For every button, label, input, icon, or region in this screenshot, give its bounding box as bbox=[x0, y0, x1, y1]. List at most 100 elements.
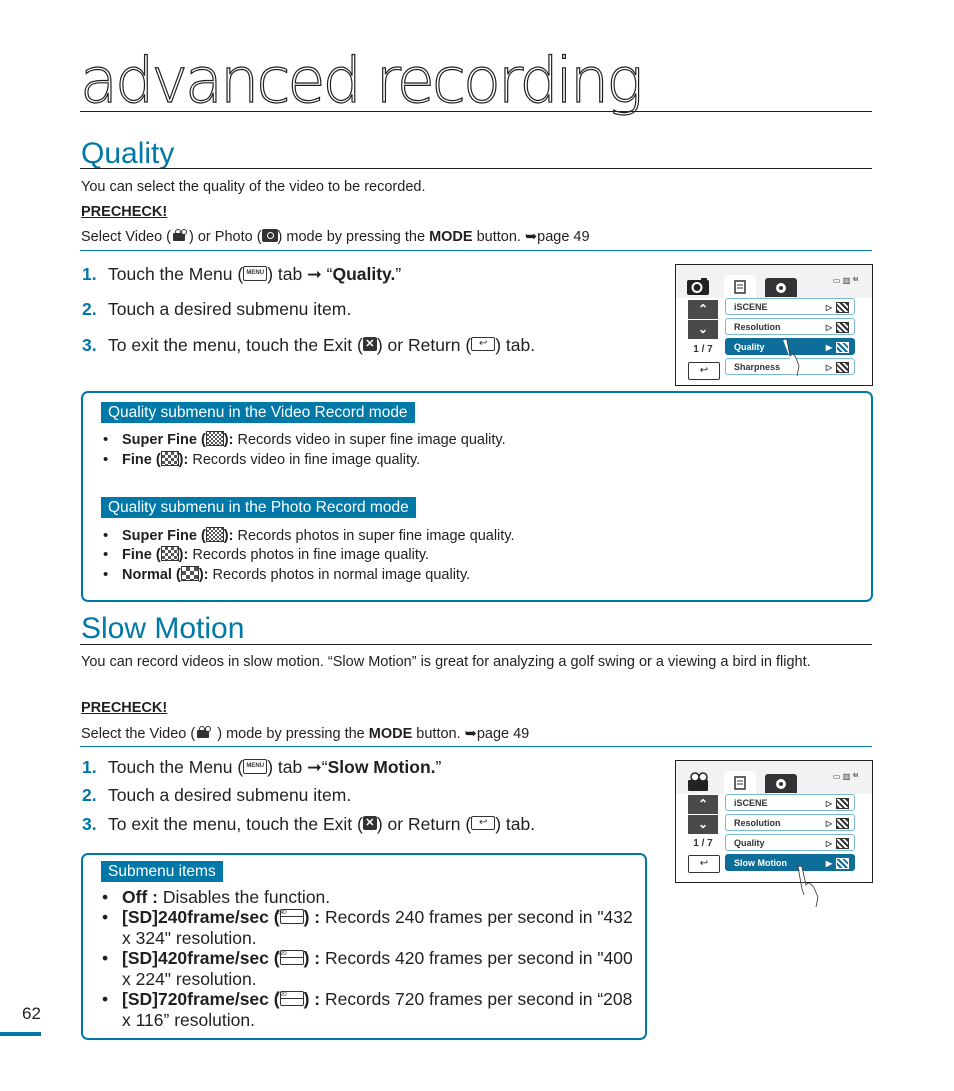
video-camera-icon bbox=[195, 726, 213, 739]
quality-intro: You can select the quality of the video … bbox=[81, 179, 426, 195]
submenu-items-label: Submenu items bbox=[101, 861, 223, 882]
play-arrow-icon: ▶ bbox=[825, 859, 832, 868]
mode-button-word: MODE bbox=[429, 229, 473, 245]
settings-tab[interactable] bbox=[765, 278, 797, 297]
menu-item-iscene[interactable]: iSCENE ▷ bbox=[725, 298, 855, 315]
menu-tab[interactable] bbox=[724, 771, 756, 795]
precheck-text-part: ) mode by pressing the bbox=[213, 726, 369, 742]
menu-item-label: Resolution bbox=[734, 818, 781, 828]
list-item: Fine (): Records video in fine image qua… bbox=[103, 450, 420, 470]
item-term: [SD]420frame/sec ( bbox=[122, 948, 280, 968]
return-button[interactable]: ↩ bbox=[688, 362, 720, 380]
menu-item-slow-motion[interactable]: Slow Motion ▶ bbox=[725, 854, 855, 871]
item-term: Fine ( bbox=[122, 452, 161, 468]
status-indicators: ▭ ▥ ⁱᴹ bbox=[832, 276, 858, 285]
menu-item-resolution[interactable]: Resolution ▷ bbox=[725, 814, 855, 831]
play-arrow-icon: ▷ bbox=[825, 303, 832, 312]
super-fine-icon bbox=[205, 526, 224, 542]
video-mode-label: Quality submenu in the Video Record mode bbox=[101, 402, 415, 423]
step-text: ) tab ➞“ bbox=[267, 757, 328, 777]
step-target: Slow Motion. bbox=[327, 757, 436, 777]
page-number: 62 bbox=[22, 1004, 41, 1023]
fps-720-icon: 720 bbox=[277, 990, 304, 1006]
slow-motion-precheck-rule bbox=[80, 746, 872, 747]
list-item: Normal (): Records photos in normal imag… bbox=[103, 565, 470, 585]
precheck-text-part: ) mode by pressing the bbox=[277, 229, 430, 245]
play-arrow-icon: ▷ bbox=[825, 799, 832, 808]
slow-motion-precheck-text: Select the Video ( ) mode by pressing th… bbox=[81, 726, 529, 742]
scroll-down-button[interactable]: ⌄ bbox=[688, 815, 718, 834]
video-mode-tab[interactable] bbox=[684, 771, 712, 793]
touch-hand-icon bbox=[782, 338, 800, 377]
list-item: [SD]240frame/sec (240) : Records 240 fra… bbox=[102, 907, 642, 948]
step-text: ” bbox=[435, 757, 442, 777]
step-target: Quality. bbox=[332, 264, 396, 284]
menu-item-iscene[interactable]: iSCENE ▷ bbox=[725, 794, 855, 811]
step-text: ” bbox=[395, 264, 402, 284]
menu-item-resolution[interactable]: Resolution ▷ bbox=[725, 318, 855, 335]
step-number: 3. bbox=[82, 335, 97, 355]
menu-item-label: Quality bbox=[734, 838, 765, 848]
slow-motion-step-1: 1. Touch the Menu (MENU) tab ➞“Slow Motio… bbox=[82, 756, 441, 778]
quality-precheck-label: PRECHECK! bbox=[81, 204, 168, 220]
step-number: 2. bbox=[82, 785, 97, 805]
slow-motion-step-3: 3. To exit the menu, touch the Exit (✕) o… bbox=[82, 813, 535, 835]
list-item: Fine (): Records photos in fine image qu… bbox=[103, 545, 429, 565]
quality-precheck-text: Select Video () or Photo () mode by pres… bbox=[81, 228, 590, 245]
page-reference-link[interactable]: ➥page 49 bbox=[525, 229, 590, 245]
list-item: [SD]720frame/sec (720) : Records 720 fra… bbox=[102, 989, 642, 1030]
menu-item-label: iSCENE bbox=[734, 798, 768, 808]
quality-icon bbox=[836, 342, 849, 353]
step-text: To exit the menu, touch the Exit ( bbox=[108, 814, 363, 834]
fine-icon bbox=[160, 545, 179, 561]
item-term: Normal ( bbox=[122, 567, 181, 583]
camera-icon bbox=[261, 228, 278, 242]
slow-motion-icon bbox=[836, 858, 849, 869]
iscene-icon bbox=[836, 302, 849, 313]
status-indicators: ▭ ▥ ⁱᴹ bbox=[832, 772, 858, 781]
chapter-title: advanced recording bbox=[79, 44, 644, 117]
scroll-down-button[interactable]: ⌄ bbox=[688, 320, 718, 339]
list-item: Super Fine (): Records video in super fi… bbox=[103, 430, 506, 450]
menu-tab[interactable] bbox=[724, 275, 756, 299]
item-term: ): bbox=[178, 452, 189, 468]
precheck-text-part: button. bbox=[412, 726, 465, 742]
exit-icon: ✕ bbox=[362, 816, 377, 831]
item-desc: Records video in super fine image qualit… bbox=[233, 432, 506, 448]
return-icon: ↩ bbox=[471, 816, 496, 831]
list-item: [SD]420frame/sec (420) : Records 420 fra… bbox=[102, 948, 642, 989]
step-text: Touch a desired submenu item. bbox=[108, 299, 352, 319]
camera-mode-tab[interactable] bbox=[684, 275, 712, 297]
precheck-text-part: ) or Photo ( bbox=[189, 229, 262, 245]
slow-motion-intro: You can record videos in slow motion. “S… bbox=[81, 654, 811, 670]
quality-precheck-rule bbox=[80, 250, 872, 251]
step-text: ) or Return ( bbox=[376, 814, 472, 834]
play-arrow-icon: ▷ bbox=[825, 323, 832, 332]
settings-tab[interactable] bbox=[765, 774, 797, 793]
menu-item-label: Quality bbox=[734, 342, 765, 352]
sharpness-icon bbox=[836, 362, 849, 373]
play-arrow-icon: ▷ bbox=[825, 819, 832, 828]
step-text: Touch the Menu ( bbox=[108, 264, 244, 284]
return-button[interactable]: ↩ bbox=[688, 855, 720, 873]
screen-body: ⌃ ⌄ 1 / 7 ↩ iSCENE ▷ Resolution ▷ Quality ▷… bbox=[676, 794, 872, 882]
quality-icon bbox=[836, 838, 849, 849]
item-desc: Records video in fine image quality. bbox=[188, 452, 421, 468]
menu-icon: MENU bbox=[243, 265, 268, 281]
quality-heading-rule bbox=[80, 168, 872, 169]
quality-heading: Quality bbox=[81, 137, 175, 170]
menu-item-label: iSCENE bbox=[734, 302, 768, 312]
page-reference-link[interactable]: ➥page 49 bbox=[465, 726, 530, 742]
menu-item-quality[interactable]: Quality ▷ bbox=[725, 834, 855, 851]
page-indicator: 1 / 7 bbox=[693, 344, 713, 355]
slow-motion-precheck-label: PRECHECK! bbox=[81, 700, 168, 716]
item-term: ) : bbox=[303, 989, 321, 1009]
precheck-text-part: Select the Video ( bbox=[81, 726, 196, 742]
item-term: Super Fine ( bbox=[122, 432, 206, 448]
step-text: Touch a desired submenu item. bbox=[108, 785, 352, 805]
scroll-up-button[interactable]: ⌃ bbox=[688, 300, 718, 319]
list-item: Super Fine (): Records photos in super f… bbox=[103, 526, 515, 546]
super-fine-icon bbox=[205, 430, 224, 446]
menu-item-label: Resolution bbox=[734, 322, 781, 332]
scroll-up-button[interactable]: ⌃ bbox=[688, 795, 718, 814]
